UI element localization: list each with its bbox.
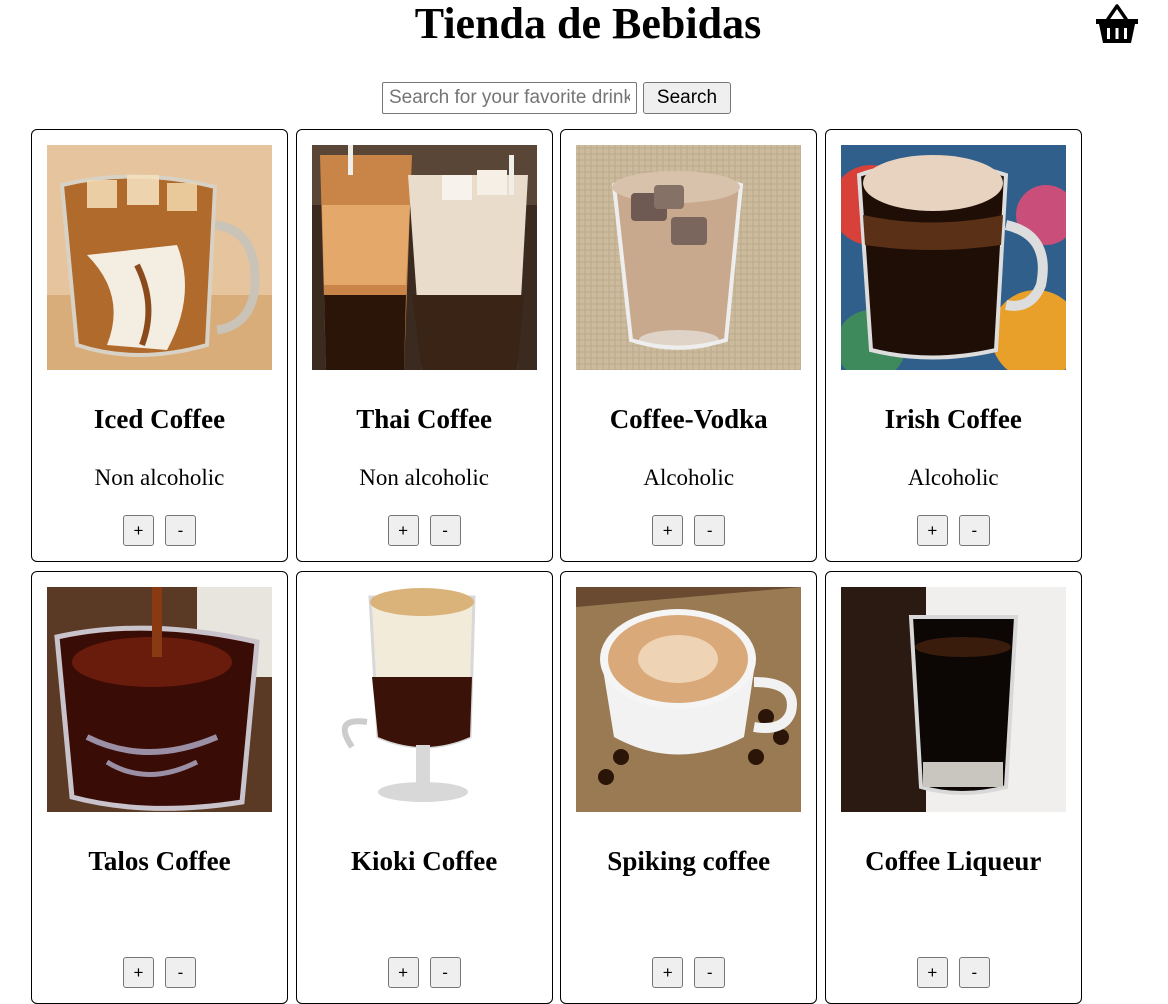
drink-name: Thai Coffee xyxy=(356,404,492,434)
drink-card: Coffee Liqueur + - xyxy=(824,571,1082,1004)
search-button[interactable]: Search xyxy=(643,82,731,114)
decrease-button[interactable]: - xyxy=(429,515,461,546)
drink-card: Iced Coffee Non alcoholic + - xyxy=(31,129,288,562)
drink-name: Coffee Liqueur xyxy=(865,846,1042,876)
drink-image xyxy=(311,587,537,812)
decrease-button[interactable]: - xyxy=(165,515,196,546)
drink-image xyxy=(47,587,272,812)
increase-button[interactable]: + xyxy=(123,515,154,546)
drink-card: Irish Coffee Alcoholic + - xyxy=(824,129,1082,562)
decrease-button[interactable]: - xyxy=(165,957,196,988)
drink-name: Kioki Coffee xyxy=(350,846,498,876)
increase-button[interactable]: + xyxy=(387,957,419,988)
drink-card: Coffee-Vodka Alcoholic + - xyxy=(560,129,818,562)
drink-image xyxy=(576,587,802,812)
drink-name: Iced Coffee xyxy=(93,404,226,434)
search-input[interactable] xyxy=(382,82,637,114)
drink-type: Non alcoholic xyxy=(94,465,225,490)
drink-image xyxy=(311,145,537,370)
decrease-button[interactable]: - xyxy=(958,957,990,988)
increase-button[interactable]: + xyxy=(916,957,948,988)
drink-card: Spiking coffee + - xyxy=(560,571,818,1004)
drink-type: Alcoholic xyxy=(907,465,999,490)
drink-name: Talos Coffee xyxy=(88,846,231,876)
decrease-button[interactable]: - xyxy=(694,515,726,546)
increase-button[interactable]: + xyxy=(123,957,154,988)
drink-image xyxy=(576,145,802,370)
drink-type: Non alcoholic xyxy=(359,465,489,490)
increase-button[interactable]: + xyxy=(652,957,684,988)
drink-name: Coffee-Vodka xyxy=(609,404,768,434)
drink-name: Spiking coffee xyxy=(607,846,771,876)
decrease-button[interactable]: - xyxy=(694,957,726,988)
page-title: Tienda de Bebidas xyxy=(414,0,762,48)
drink-image xyxy=(47,145,272,370)
drink-card: Talos Coffee + - xyxy=(31,571,288,1004)
drink-name: Irish Coffee xyxy=(884,404,1022,434)
drink-type: Alcoholic xyxy=(643,465,735,490)
drink-card: Kioki Coffee + - xyxy=(295,571,553,1004)
drink-image xyxy=(840,145,1066,370)
increase-button[interactable]: + xyxy=(916,515,948,546)
drink-card: Thai Coffee Non alcoholic + - xyxy=(295,129,553,562)
drink-grid: Iced Coffee Non alcoholic + - Thai Coffe… xyxy=(31,129,1091,1004)
basket-icon[interactable] xyxy=(1094,2,1140,46)
decrease-button[interactable]: - xyxy=(429,957,461,988)
drink-image xyxy=(840,587,1066,812)
decrease-button[interactable]: - xyxy=(958,515,990,546)
increase-button[interactable]: + xyxy=(652,515,684,546)
increase-button[interactable]: + xyxy=(387,515,419,546)
